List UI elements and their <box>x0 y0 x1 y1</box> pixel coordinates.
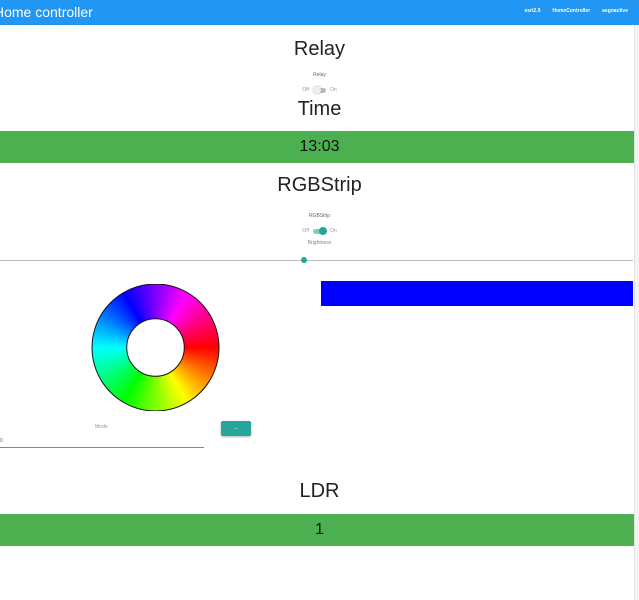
ldr-value-bar: 1 <box>0 514 639 546</box>
relay-switch-label: Relay <box>313 72 326 78</box>
time-value: 13:03 <box>299 138 340 155</box>
rgbstrip-off-label: Off <box>302 228 309 234</box>
rgbstrip-toggle[interactable] <box>312 226 327 235</box>
time-value-bar: 13:03 <box>0 131 639 163</box>
rgbstrip-switch-label: RGBStrip <box>308 213 331 219</box>
relay-title: Relay <box>293 38 346 60</box>
nav-link-3[interactable]: aegnactive <box>602 8 628 14</box>
color-wheel[interactable] <box>91 284 220 411</box>
relay-toggle[interactable] <box>312 85 326 94</box>
color-preview-swatch <box>321 281 633 306</box>
scrollbar[interactable] <box>634 25 639 600</box>
mode-submit-button[interactable]: ... <box>221 421 251 436</box>
relay-on-label: On <box>329 87 337 93</box>
brightness-slider-track[interactable] <box>0 260 633 261</box>
time-title: Time <box>297 98 342 120</box>
navbar: Home controller esri2.9 HomeController a… <box>0 0 639 25</box>
relay-toggle-knob <box>312 85 321 94</box>
mode-input[interactable] <box>0 434 204 448</box>
brightness-label: Brightness <box>307 240 332 246</box>
ldr-title: LDR <box>299 480 340 502</box>
relay-switch-group: Relay Off On <box>0 72 639 96</box>
brand-title[interactable]: Home controller <box>0 4 93 20</box>
nav-link-2[interactable]: HomeController <box>552 8 590 14</box>
brightness-slider-thumb[interactable] <box>301 257 307 263</box>
nav-links: esri2.9 HomeController aegnactive <box>525 8 629 14</box>
rgbstrip-title: RGBStrip <box>277 174 362 196</box>
nav-link-1[interactable]: esri2.9 <box>525 8 541 14</box>
rgbstrip-on-label: On <box>329 228 337 234</box>
rgbstrip-toggle-knob <box>318 226 327 235</box>
mode-label: Mode <box>95 424 108 430</box>
rgbstrip-switch-group: RGBStrip Off On <box>0 213 639 237</box>
ldr-value: 1 <box>315 521 324 538</box>
relay-off-label: Off <box>302 87 309 93</box>
